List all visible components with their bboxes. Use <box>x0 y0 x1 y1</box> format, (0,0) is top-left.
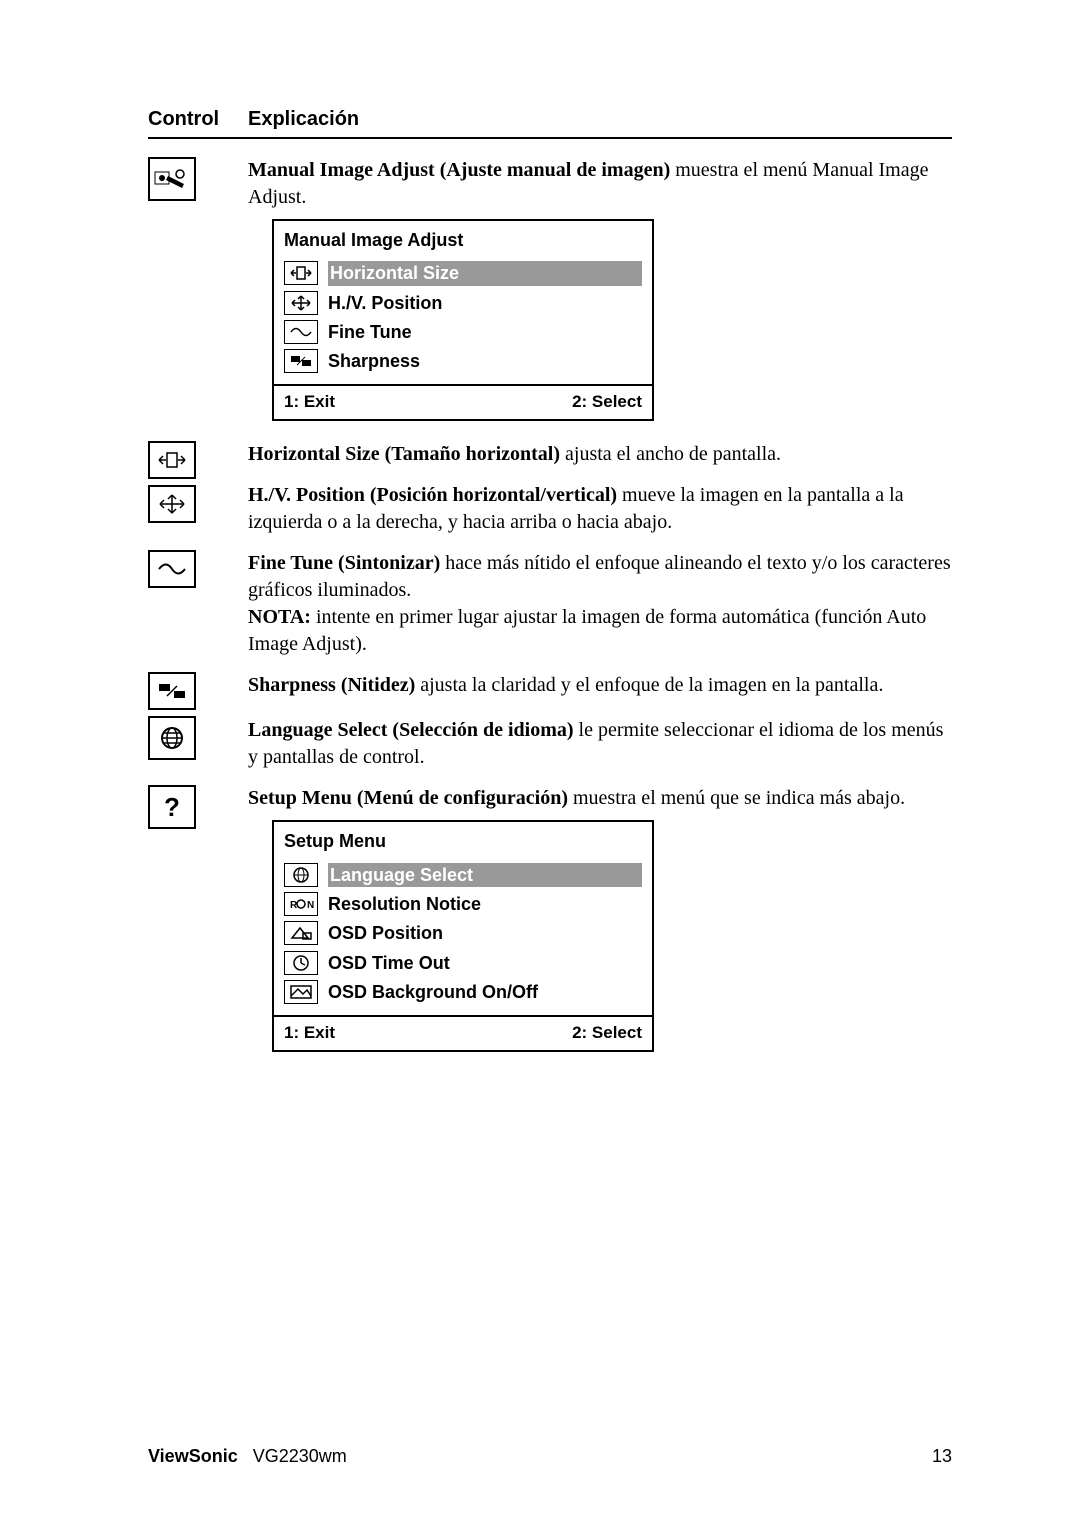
text-col: Setup Menu (Menú de configuración) muest… <box>248 785 952 1058</box>
svg-text:N: N <box>307 900 314 911</box>
horizontal-size-icon <box>284 261 318 285</box>
menu-item-osd-position: OSD Position <box>284 921 642 945</box>
icon-col: ? <box>148 785 248 1058</box>
background-icon <box>284 980 318 1004</box>
menu-item-osd-time-out: OSD Time Out <box>284 951 642 975</box>
menu-exit-label: 1: Exit <box>284 1022 335 1045</box>
fine-tune-icon <box>284 320 318 344</box>
entry-bold: Fine Tune (Sintonizar) <box>248 552 440 574</box>
menu-items: Horizontal Size H./V. Position Fine Tune… <box>274 261 652 384</box>
header-control: Control <box>148 108 248 131</box>
hv-position-icon <box>148 485 196 523</box>
entry-sharpness: Sharpness (Nitidez) ajusta la claridad y… <box>148 672 952 771</box>
menu-item-label: Horizontal Size <box>328 261 642 285</box>
text-col: Fine Tune (Sintonizar) hace más nítido e… <box>248 550 952 658</box>
entry-horizontal-size: Horizontal Size (Tamaño horizontal) ajus… <box>148 441 952 536</box>
globe-icon <box>284 863 318 887</box>
header-explicacion: Explicación <box>248 108 359 131</box>
text-col: Horizontal Size (Tamaño horizontal) ajus… <box>248 441 952 536</box>
menu-item-language-select: Language Select <box>284 863 642 887</box>
menu-item-osd-background: OSD Background On/Off <box>284 980 642 1004</box>
menu-items: Language Select RN Resolution Notice OSD… <box>274 863 652 1015</box>
horizontal-size-icon <box>148 441 196 479</box>
menu-item-hv-position: H./V. Position <box>284 291 642 315</box>
menu-item-sharpness: Sharpness <box>284 349 642 373</box>
menu-select-label: 2: Select <box>572 1022 642 1045</box>
menu-title: Manual Image Adjust <box>274 221 652 256</box>
footer-brand: ViewSonic VG2230wm <box>148 1446 347 1467</box>
entry-bold: Horizontal Size (Tamaño horizontal) <box>248 443 560 465</box>
icon-col <box>148 550 248 658</box>
sharpness-icon <box>148 672 196 710</box>
page-footer: ViewSonic VG2230wm 13 <box>148 1446 952 1467</box>
page-number: 13 <box>932 1446 952 1467</box>
menu-title: Setup Menu <box>274 822 652 857</box>
icon-col <box>148 441 248 536</box>
menu-manual-image-adjust: Manual Image Adjust Horizontal Size H./V… <box>272 219 654 421</box>
menu-item-label: Sharpness <box>328 349 420 373</box>
clock-icon <box>284 951 318 975</box>
entry-bold: Manual Image Adjust (Ajuste manual de im… <box>248 159 670 181</box>
menu-select-label: 2: Select <box>572 391 642 414</box>
menu-item-label: Resolution Notice <box>328 892 481 916</box>
menu-exit-label: 1: Exit <box>284 391 335 414</box>
menu-item-label: H./V. Position <box>328 291 442 315</box>
text-col: Manual Image Adjust (Ajuste manual de im… <box>248 157 952 427</box>
entry-bold: Sharpness (Nitidez) <box>248 674 415 696</box>
sharpness-icon <box>284 349 318 373</box>
fine-tune-icon <box>148 550 196 588</box>
entry-setup-menu: ? Setup Menu (Menú de configuración) mue… <box>148 785 952 1058</box>
entry-bold: Setup Menu (Menú de configuración) <box>248 787 568 809</box>
menu-item-label: Fine Tune <box>328 320 412 344</box>
osd-position-icon <box>284 921 318 945</box>
resolution-notice-icon: RN <box>284 892 318 916</box>
footer-model: VG2230wm <box>253 1446 347 1466</box>
menu-footer: 1: Exit 2: Select <box>274 384 652 419</box>
menu-item-fine-tune: Fine Tune <box>284 320 642 344</box>
menu-item-resolution-notice: RN Resolution Notice <box>284 892 642 916</box>
entry-bold: H./V. Position (Posición horizontal/vert… <box>248 484 617 506</box>
entry-manual-image-adjust: Manual Image Adjust (Ajuste manual de im… <box>148 157 952 427</box>
entry-rest: ajusta la claridad y el enfoque de la im… <box>415 674 883 696</box>
question-icon: ? <box>148 785 196 829</box>
entry-rest: ajusta el ancho de pantalla. <box>560 443 781 465</box>
globe-icon <box>148 716 196 760</box>
nota-bold: NOTA: <box>248 606 311 628</box>
column-headers: Control Explicación <box>148 108 952 139</box>
entry-fine-tune: Fine Tune (Sintonizar) hace más nítido e… <box>148 550 952 658</box>
menu-item-horizontal-size: Horizontal Size <box>284 261 642 285</box>
icon-col <box>148 672 248 771</box>
menu-item-label: OSD Time Out <box>328 951 450 975</box>
hv-position-icon <box>284 291 318 315</box>
icon-col <box>148 157 248 427</box>
tools-icon <box>148 157 196 201</box>
menu-footer: 1: Exit 2: Select <box>274 1015 652 1050</box>
entry-bold: Language Select (Selección de idioma) <box>248 719 574 741</box>
entry-rest: muestra el menú que se indica más abajo. <box>568 787 905 809</box>
menu-item-label: OSD Background On/Off <box>328 980 538 1004</box>
text-col: Sharpness (Nitidez) ajusta la claridad y… <box>248 672 952 771</box>
menu-setup-menu: Setup Menu Language Select RN Resolution… <box>272 820 654 1052</box>
menu-item-label: OSD Position <box>328 921 443 945</box>
menu-item-label: Language Select <box>328 863 642 887</box>
footer-brand-name: ViewSonic <box>148 1446 238 1466</box>
nota-rest: intente en primer lugar ajustar la image… <box>248 606 926 655</box>
page: Control Explicación Manual Image Adjust … <box>0 0 1080 1527</box>
